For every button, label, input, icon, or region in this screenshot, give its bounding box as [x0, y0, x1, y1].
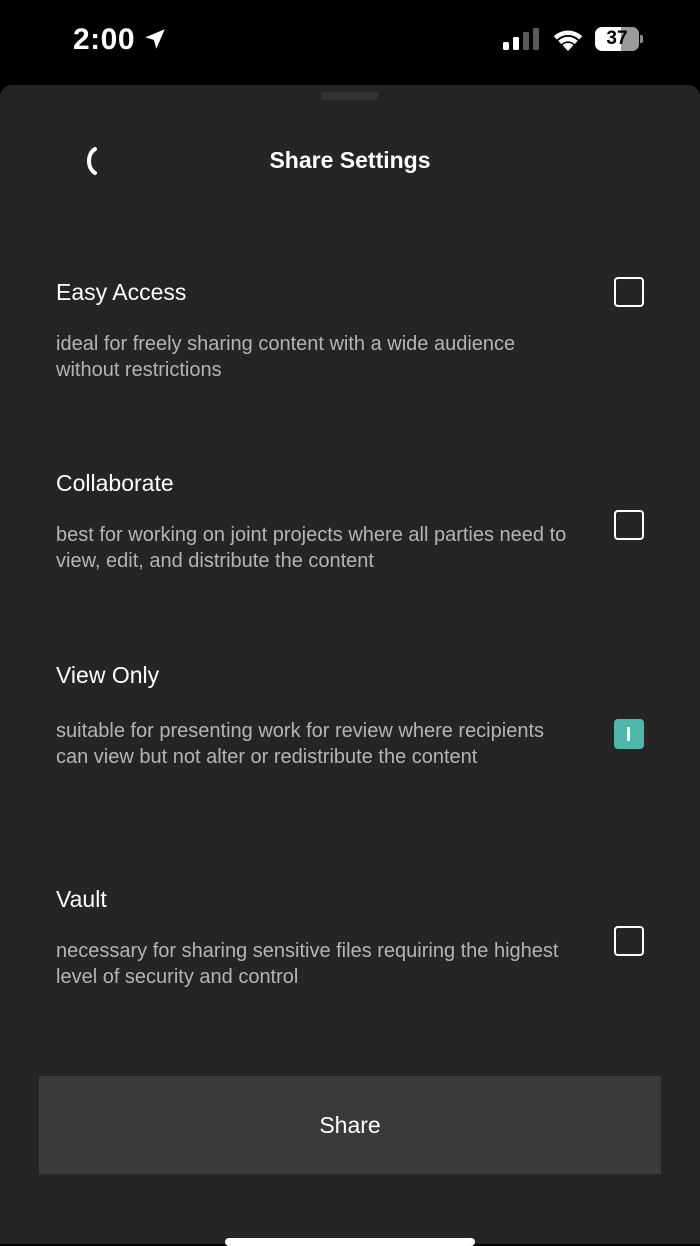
checkbox-vault[interactable] — [614, 926, 644, 956]
sheet-grabber[interactable] — [321, 92, 379, 100]
option-description-vault: necessary for sharing sensitive files re… — [56, 940, 559, 988]
option-title-view-only: View Only — [56, 662, 160, 688]
checkbox-view-only[interactable] — [614, 719, 644, 749]
status-bar: 2:00 37 — [0, 0, 700, 84]
battery-level: 37 — [606, 28, 628, 49]
home-indicator — [225, 1238, 475, 1246]
checkbox-easy-access[interactable] — [614, 277, 644, 307]
share-settings-sheet: Share Settings Easy Access ideal for fre… — [0, 85, 700, 1246]
option-description-easy-access: ideal for freely sharing content with a … — [56, 333, 516, 381]
option-title-easy-access: Easy Access — [56, 279, 187, 305]
chevron-left-icon — [87, 147, 97, 175]
cellular-signal-icon — [503, 28, 539, 50]
battery-nub — [640, 35, 643, 43]
option-title-collaborate: Collaborate — [56, 470, 174, 496]
checkbox-collaborate[interactable] — [614, 510, 644, 540]
check-mark-icon — [627, 727, 630, 741]
share-button[interactable]: Share — [39, 1076, 661, 1174]
option-title-vault: Vault — [56, 886, 107, 912]
status-time: 2:00 — [73, 23, 136, 56]
back-button[interactable] — [66, 137, 114, 185]
option-description-collaborate: best for working on joint projects where… — [56, 524, 567, 572]
option-description-view-only: suitable for presenting work for review … — [56, 720, 544, 768]
battery-icon: 37 — [595, 27, 643, 51]
location-arrow-icon — [145, 29, 165, 49]
page-title: Share Settings — [269, 147, 431, 173]
wifi-icon — [553, 30, 583, 51]
